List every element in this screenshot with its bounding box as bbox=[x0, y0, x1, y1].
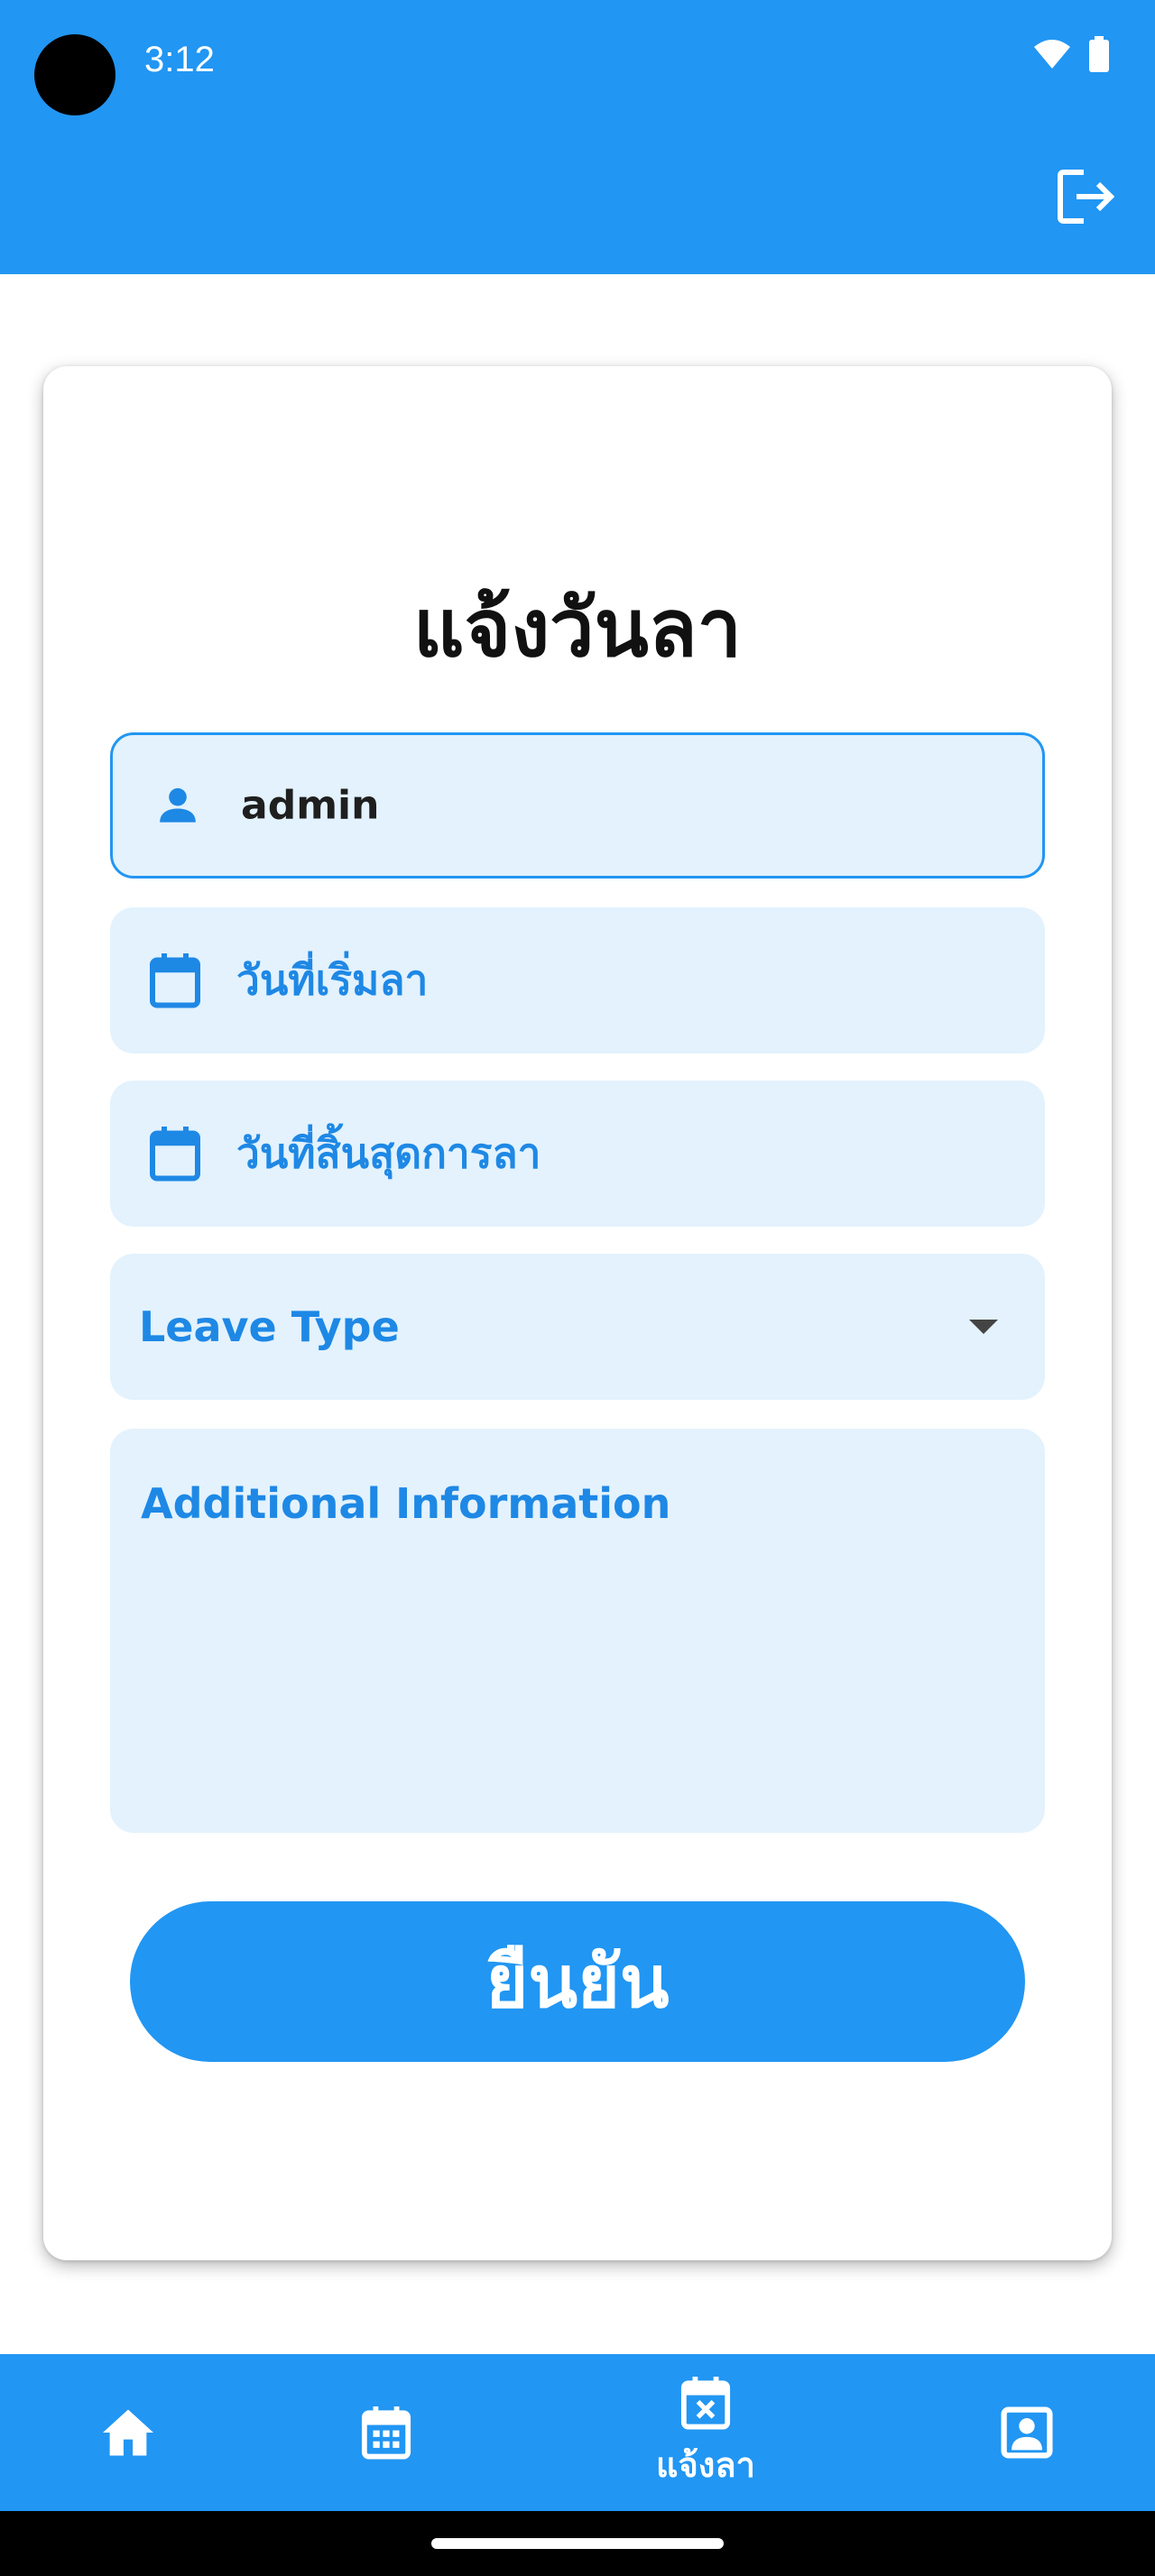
nav-item-calendar[interactable] bbox=[348, 2354, 424, 2511]
additional-info-textarea[interactable]: Additional Information bbox=[110, 1429, 1045, 1833]
calendar-cancel-icon bbox=[680, 2376, 731, 2429]
app-bar: 3:12 bbox=[0, 0, 1155, 274]
bottom-navigation: แจ้งลา bbox=[0, 2354, 1155, 2511]
camera-cutout bbox=[34, 34, 116, 115]
home-icon bbox=[103, 2409, 153, 2456]
page-title: แจ้งวันลา bbox=[412, 582, 743, 675]
battery-icon bbox=[1089, 36, 1109, 72]
person-icon bbox=[149, 777, 207, 834]
leave-type-dropdown[interactable]: Leave Type bbox=[110, 1254, 1045, 1400]
home-gesture-handle[interactable] bbox=[431, 2538, 724, 2549]
status-time: 3:12 bbox=[144, 40, 215, 79]
logout-button[interactable] bbox=[1054, 164, 1119, 229]
end-date-placeholder: วันที่สิ้นสุดการลา bbox=[236, 1128, 541, 1178]
end-date-field[interactable]: วันที่สิ้นสุดการลา bbox=[110, 1081, 1045, 1227]
status-icons bbox=[1032, 36, 1110, 72]
username-field[interactable]: admin bbox=[110, 732, 1045, 879]
start-date-field[interactable]: วันที่เริ่มลา bbox=[110, 907, 1045, 1053]
calendar-icon bbox=[146, 1125, 204, 1182]
nav-label-leave: แจ้งลา bbox=[656, 2444, 755, 2485]
nav-item-profile[interactable] bbox=[989, 2354, 1065, 2511]
calendar-icon bbox=[361, 2406, 411, 2460]
calendar-icon bbox=[146, 952, 204, 1009]
wifi-icon bbox=[1034, 40, 1070, 69]
logout-icon bbox=[1058, 170, 1115, 224]
submit-button[interactable]: ยืนยัน bbox=[130, 1901, 1025, 2062]
start-date-placeholder: วันที่เริ่มลา bbox=[236, 955, 429, 1005]
username-value: admin bbox=[241, 782, 380, 829]
leave-request-screen: 3:12 แจ้งวันลา admin วันที่เริ่มลา วันที… bbox=[0, 0, 1155, 2576]
leave-form-card: แจ้งวันลา admin วันที่เริ่มลา วันที่สิ้น… bbox=[43, 366, 1112, 2260]
additional-info-placeholder: Additional Information bbox=[141, 1479, 671, 1528]
profile-icon bbox=[1001, 2406, 1053, 2459]
dropdown-arrow-icon bbox=[969, 1320, 998, 1334]
nav-item-leave[interactable]: แจ้งลา bbox=[632, 2354, 780, 2511]
nav-item-home[interactable] bbox=[90, 2354, 166, 2511]
leave-type-placeholder: Leave Type bbox=[139, 1302, 400, 1351]
